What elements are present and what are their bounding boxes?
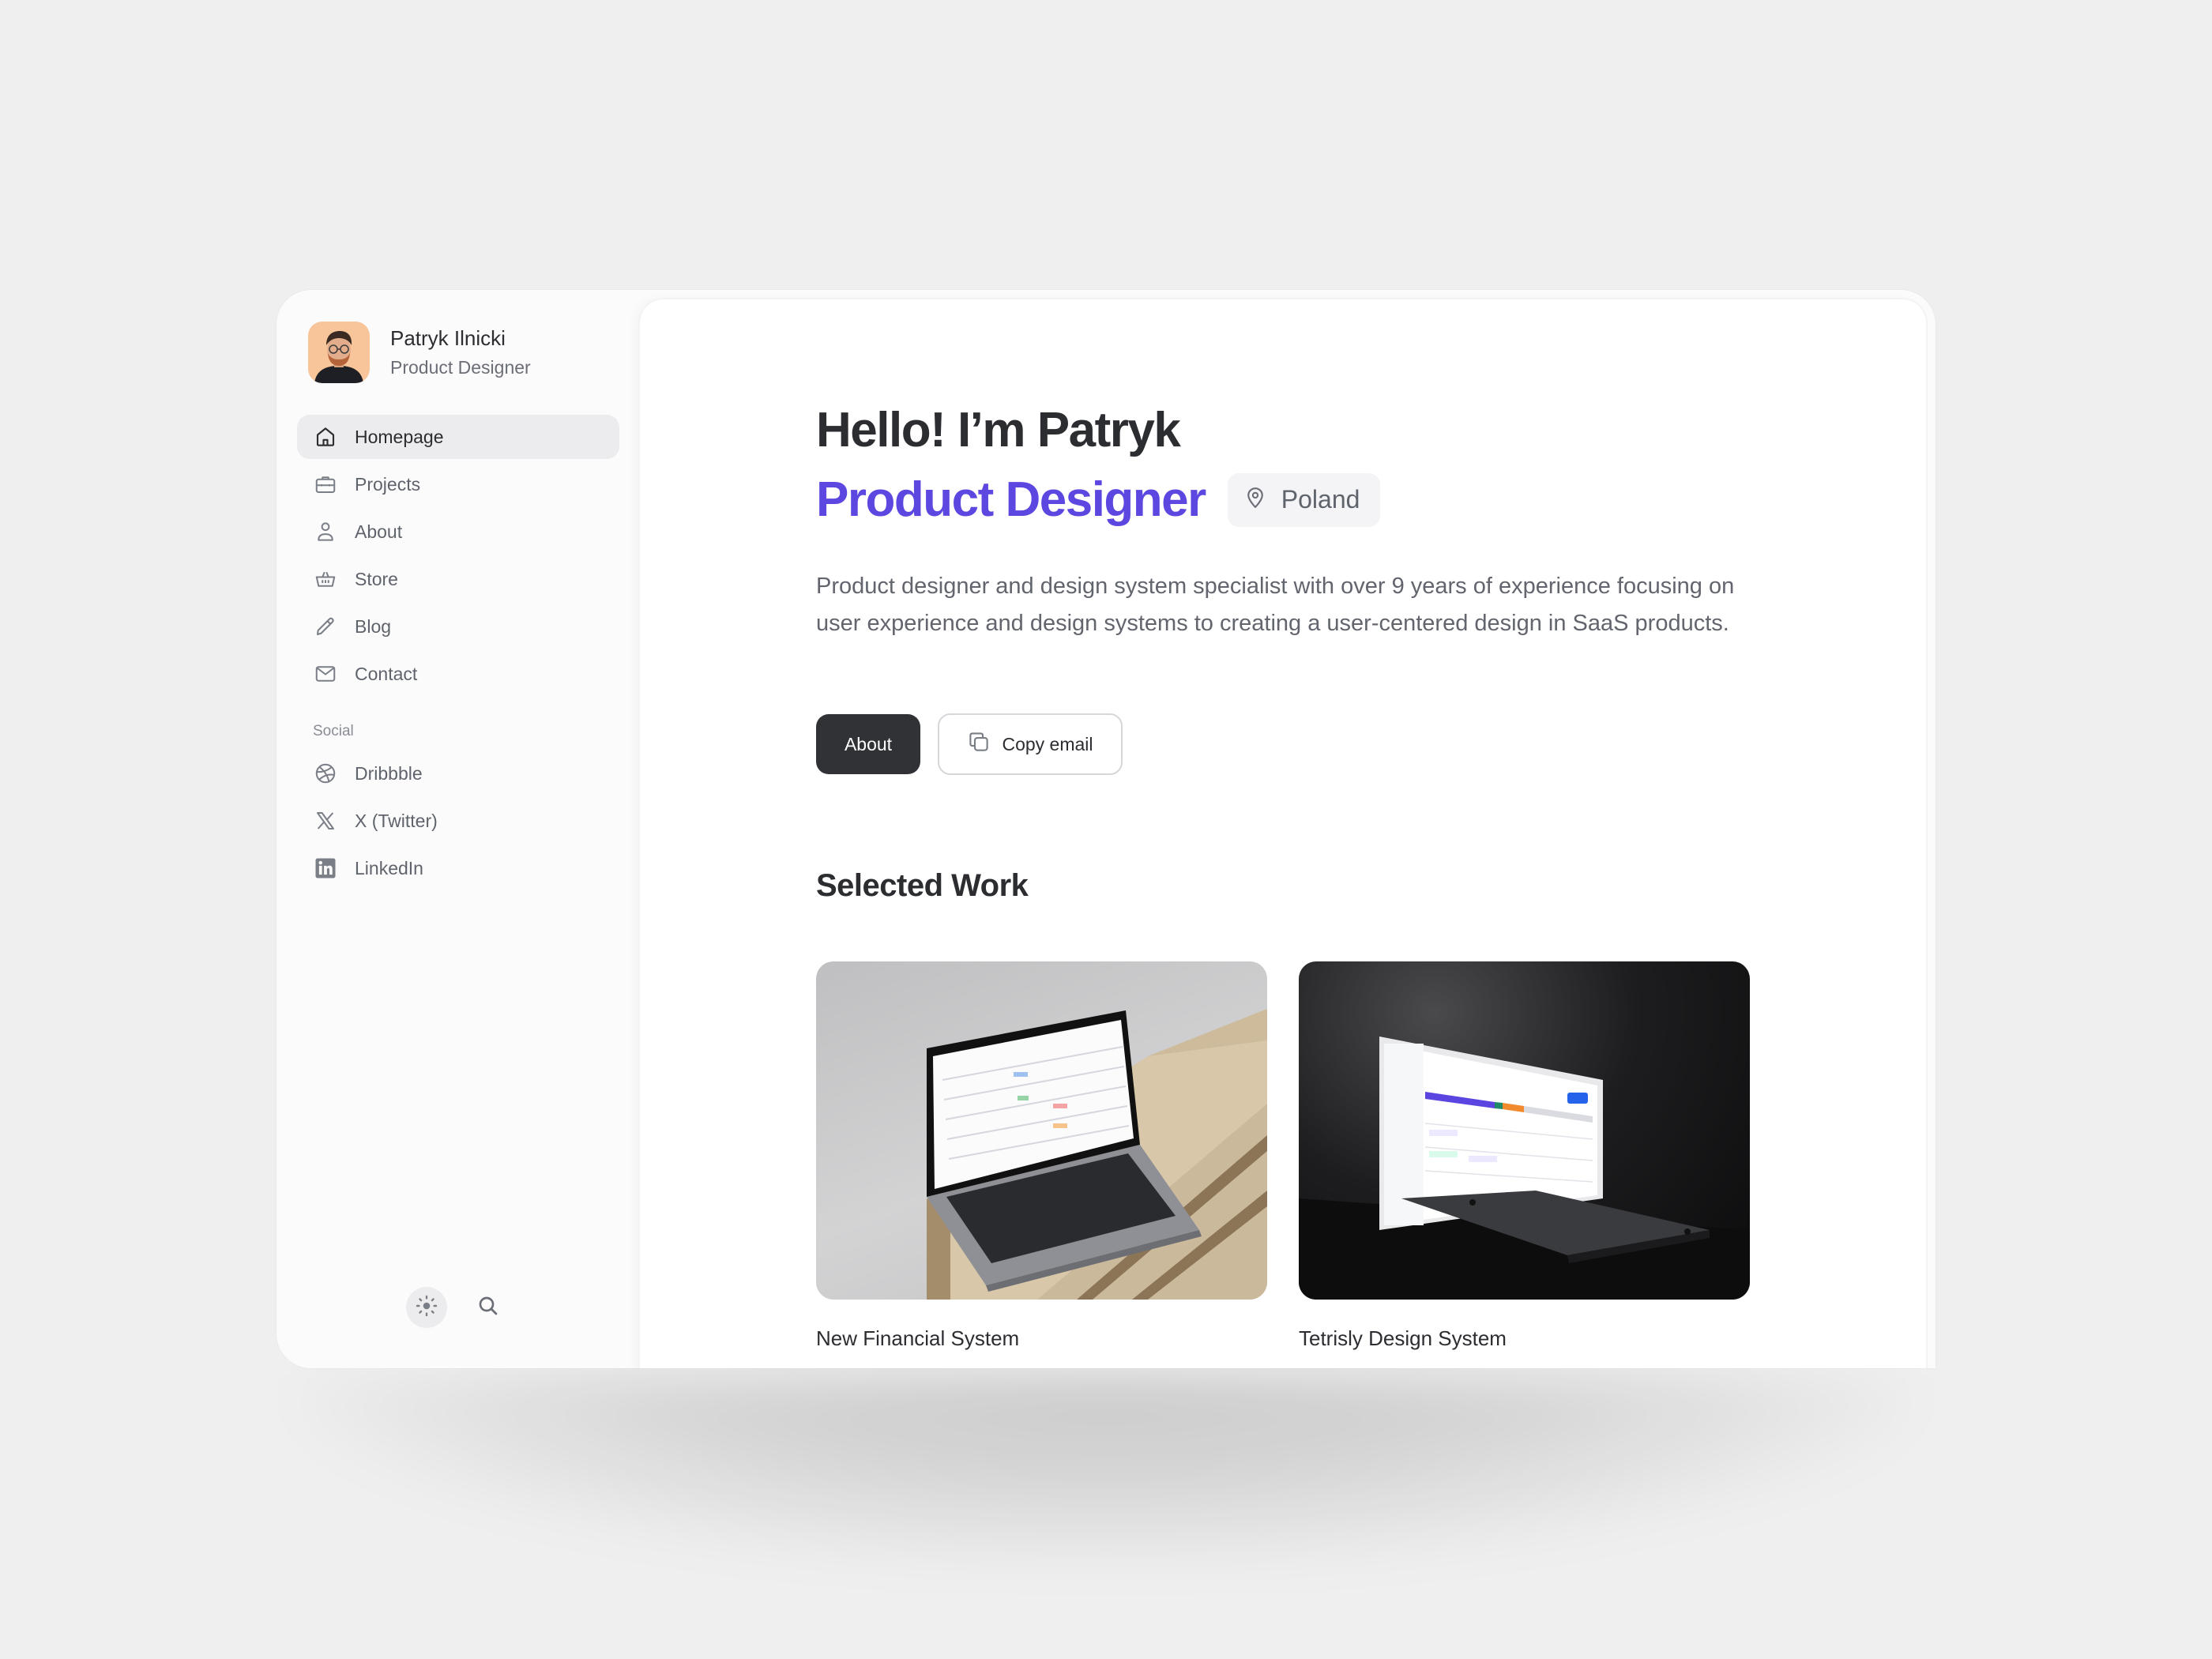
profile-name: Patryk Ilnicki — [390, 326, 506, 350]
work-thumbnail-laptop-pallet — [816, 961, 1267, 1300]
copy-email-label: Copy email — [1002, 733, 1093, 754]
sun-icon — [414, 1293, 439, 1322]
nav-item-x-twitter[interactable]: X (Twitter) — [297, 799, 619, 843]
nav-label: Store — [355, 568, 398, 589]
nav-label: Projects — [355, 473, 421, 495]
window-shadow — [300, 1375, 1912, 1564]
home-icon — [313, 424, 338, 450]
hero-bio: Product designer and design system speci… — [816, 574, 1735, 636]
profile-header[interactable]: Patryk Ilnicki Product Designer — [308, 322, 531, 383]
hero-title: Hello! I’m Patryk — [816, 403, 1181, 457]
laptop-dark-scene-illustration — [1299, 1036, 1750, 1300]
copy-email-button[interactable]: Copy email — [938, 713, 1123, 775]
nav-item-contact[interactable]: Contact — [297, 652, 619, 696]
nav-item-about[interactable]: About — [297, 510, 619, 554]
mail-icon — [313, 661, 338, 687]
nav-item-homepage[interactable]: Homepage — [297, 415, 619, 459]
work-thumbnail-laptop-dark — [1299, 961, 1750, 1300]
avatar-portrait-icon — [314, 331, 363, 383]
work-grid: New Financial System Tetrisly Design Sys… — [816, 961, 1781, 1351]
basket-icon — [313, 566, 338, 592]
location-badge: Poland — [1227, 472, 1381, 527]
search-icon — [476, 1293, 501, 1322]
nav-label: Dribbble — [355, 762, 423, 784]
work-title: Tetrisly Design System — [1299, 1326, 1507, 1350]
nav-item-linkedin[interactable]: LinkedIn — [297, 846, 619, 890]
sidebar: Patryk Ilnicki Product Designer Homepage… — [276, 290, 640, 1368]
nav-label: Homepage — [355, 426, 444, 447]
map-pin-icon — [1243, 485, 1267, 514]
laptop-on-pallet-illustration — [927, 1009, 1267, 1300]
nav-label: X (Twitter) — [355, 810, 438, 831]
briefcase-icon — [313, 472, 338, 497]
location-label: Poland — [1281, 485, 1360, 514]
nav-label: Blog — [355, 615, 392, 637]
about-button[interactable]: About — [816, 714, 920, 774]
nav-label: Contact — [355, 663, 418, 684]
x-twitter-icon — [313, 808, 338, 833]
app-window: Patryk Ilnicki Product Designer Homepage… — [276, 290, 1936, 1368]
nav-label: LinkedIn — [355, 857, 423, 878]
selected-work-title: Selected Work — [816, 868, 1029, 903]
social-section-label: Social — [313, 723, 354, 739]
hero-subtitle: Product Designer — [816, 472, 1206, 527]
work-card-financial[interactable]: New Financial System — [816, 961, 1267, 1351]
dribbble-icon — [313, 761, 338, 786]
user-icon — [313, 519, 338, 544]
profile-role: Product Designer — [390, 357, 531, 378]
nav-item-store[interactable]: Store — [297, 557, 619, 601]
theme-toggle-button[interactable] — [406, 1287, 447, 1328]
copy-icon — [967, 730, 991, 758]
nav-item-projects[interactable]: Projects — [297, 462, 619, 506]
main-content: Hello! I’m Patryk Product Designer Polan… — [640, 299, 1926, 1368]
linkedin-icon — [313, 856, 338, 881]
sidebar-tools — [406, 1287, 509, 1328]
avatar — [308, 322, 370, 383]
nav-label: About — [355, 521, 403, 542]
nav-item-blog[interactable]: Blog — [297, 604, 619, 649]
work-title: New Financial System — [816, 1326, 1020, 1350]
pencil-icon — [313, 614, 338, 639]
work-card-tetrisly[interactable]: Tetrisly Design System — [1299, 961, 1750, 1351]
search-button[interactable] — [468, 1287, 509, 1328]
hero-actions: About Copy email — [816, 713, 1123, 775]
main-nav: Homepage Projects About Store Blog Conta… — [297, 415, 619, 893]
nav-item-dribbble[interactable]: Dribbble — [297, 751, 619, 796]
